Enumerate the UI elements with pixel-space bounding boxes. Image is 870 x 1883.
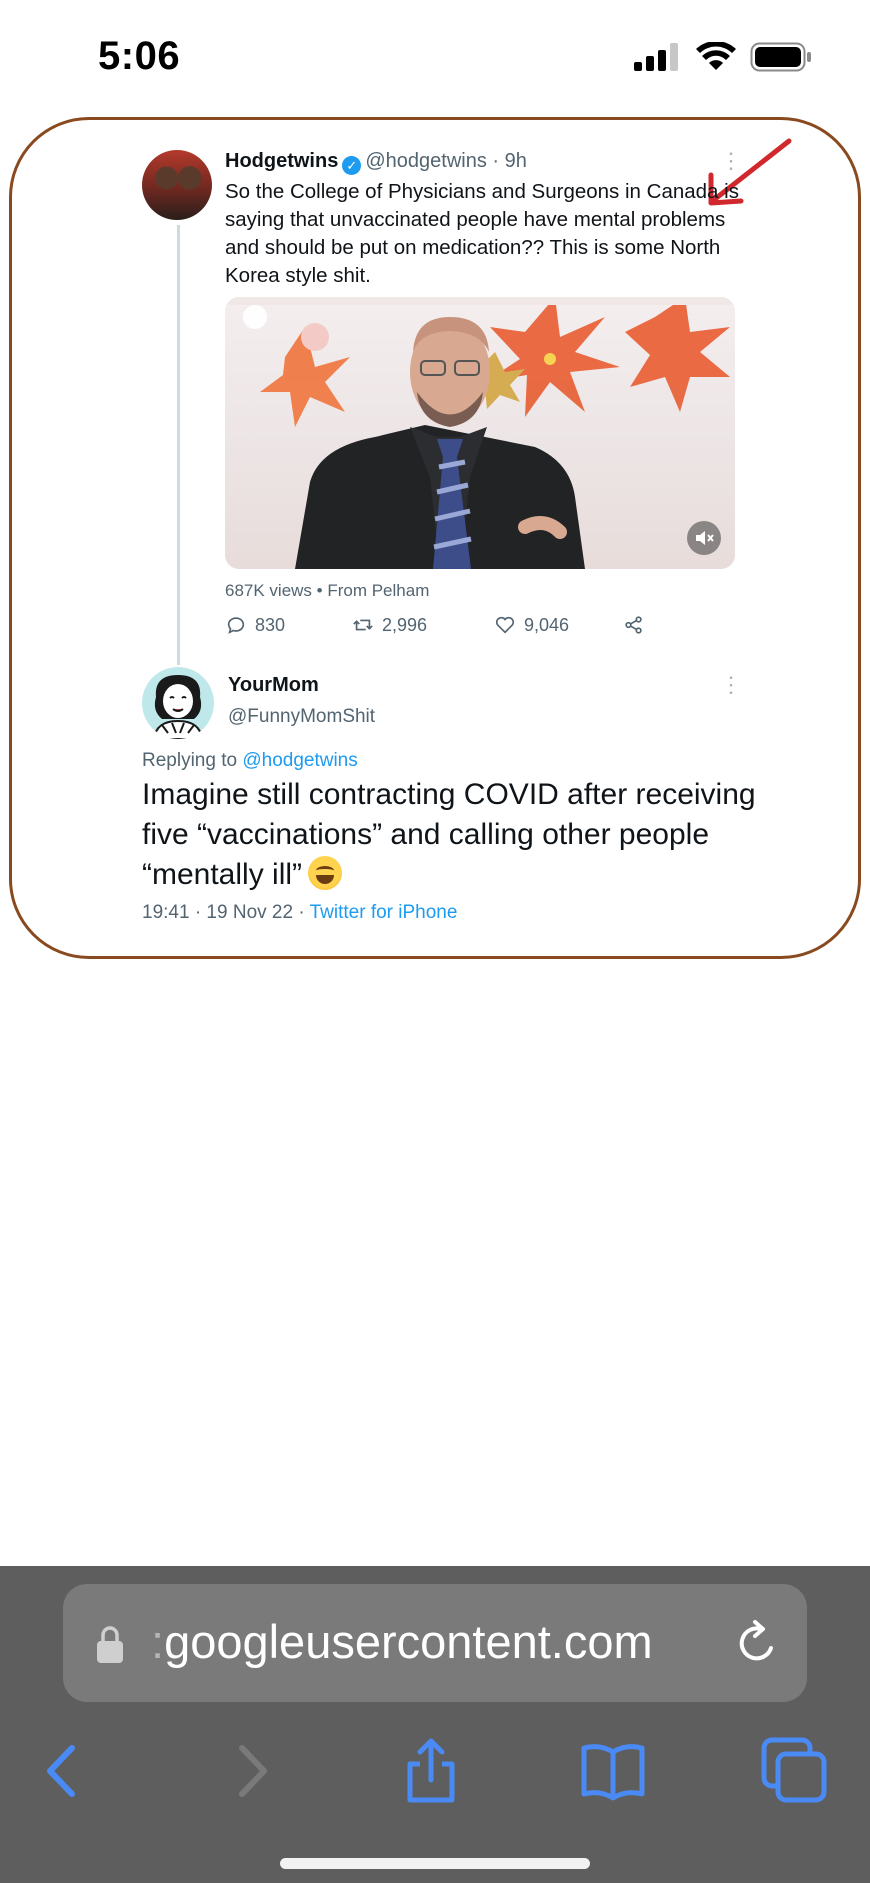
author-name: Hodgetwins [225, 150, 339, 172]
signal-icon [634, 43, 678, 71]
replying-label: Replying to [142, 750, 238, 771]
reply-text: Imagine still contracting COVID after re… [142, 775, 762, 895]
home-indicator [280, 1858, 590, 1869]
share-icon [625, 616, 642, 634]
share-button[interactable] [623, 614, 645, 636]
like-count: 9,046 [524, 614, 570, 635]
view-count: 687K views • From Pelham [225, 581, 430, 600]
tweet-thread: Hodgetwins ✓ @hodgetwins · 9h ⋮ So the Col… [12, 120, 858, 956]
address-bar[interactable]: :googleusercontent.com [63, 1584, 807, 1702]
reload-icon[interactable] [733, 1618, 781, 1668]
tweet-meta: 19:41 · 19 Nov 22 · Twitter for iPhone [142, 902, 457, 924]
reply-button[interactable]: 830 [225, 614, 285, 636]
avatar [142, 667, 214, 739]
mute-icon[interactable] [687, 521, 721, 555]
retweet-button[interactable]: 2,996 [352, 614, 427, 636]
more-options-icon: ⋮ [720, 672, 742, 697]
thread-line [177, 225, 180, 665]
browser-bottom-bar: :googleusercontent.com [0, 1566, 870, 1883]
status-bar: 5:06 [0, 0, 870, 110]
url-domain: googleusercontent.com [164, 1615, 653, 1668]
lock-icon [97, 1626, 123, 1663]
reply-text-content: Imagine still contracting COVID after re… [142, 778, 756, 891]
tweet-actions: 830 2,996 9,046 [225, 614, 645, 644]
bookmarks-icon[interactable] [578, 1736, 648, 1806]
avatar [142, 150, 212, 220]
author-handle: @FunnyMomShit [228, 706, 376, 727]
tabs-icon[interactable] [760, 1736, 830, 1806]
author-handle-time: @hodgetwins · 9h [365, 150, 527, 172]
laughing-emoji-icon [308, 856, 343, 890]
wifi-icon [696, 42, 736, 70]
tweet-text: So the College of Physicians and Surgeon… [225, 180, 739, 287]
like-icon [495, 616, 515, 634]
like-button[interactable]: 9,046 [494, 614, 569, 636]
video-frame [225, 297, 735, 569]
status-time: 5:06 [98, 34, 181, 78]
browser-toolbar [0, 1716, 870, 1816]
reply-icon [227, 617, 245, 634]
back-icon[interactable] [28, 1736, 98, 1806]
replying-to-link: @hodgetwins [242, 750, 358, 771]
url-prefix: : [151, 1615, 165, 1668]
author-name: YourMom [228, 674, 319, 696]
retweet-count: 2,996 [382, 614, 428, 635]
battery-icon [750, 42, 811, 72]
replying-to: Replying to @hodgetwins [142, 750, 358, 772]
tweet-screenshot-image: Hodgetwins ✓ @hodgetwins · 9h ⋮ So the Col… [9, 117, 861, 959]
reply-count: 830 [255, 614, 286, 635]
tweet-header: Hodgetwins ✓ @hodgetwins · 9h [225, 150, 527, 175]
share-icon[interactable] [396, 1736, 466, 1806]
verified-icon: ✓ [342, 156, 362, 175]
tweet-video [225, 297, 735, 569]
tweet-timestamp: 19:41 · 19 Nov 22 · [142, 902, 305, 923]
url-text: :googleusercontent.com [151, 1614, 653, 1669]
forward-icon[interactable] [216, 1736, 286, 1806]
tweet-source: Twitter for iPhone [309, 902, 458, 923]
retweet-icon [353, 619, 373, 631]
